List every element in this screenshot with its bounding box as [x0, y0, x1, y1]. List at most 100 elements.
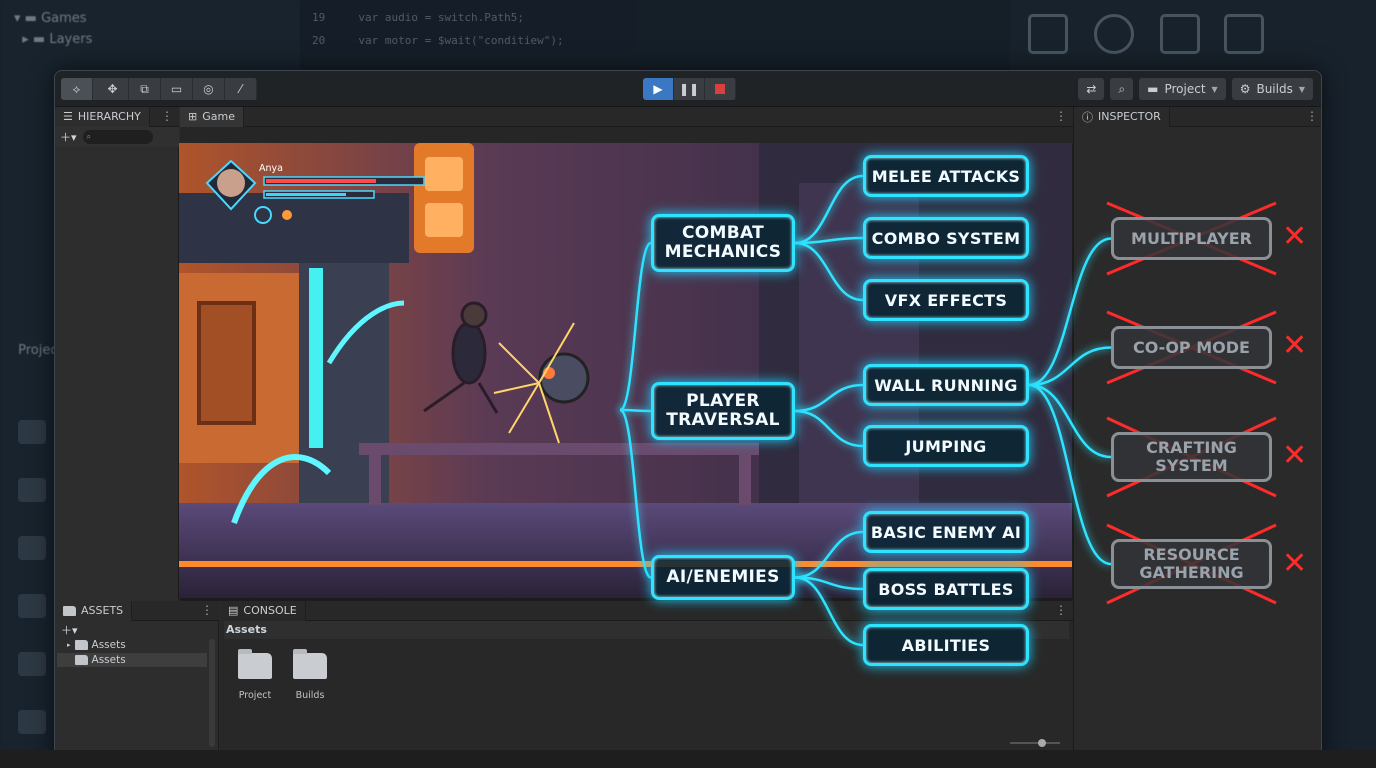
chevron-down-icon: ▼	[1211, 84, 1218, 94]
folder-gear-icon	[1224, 14, 1264, 54]
feature-jumping[interactable]: JUMPING	[863, 425, 1029, 467]
builds-dropdown-label: Builds	[1256, 82, 1293, 96]
gear-icon: ⚙	[1239, 82, 1251, 96]
asset-tree-item[interactable]: ▸Assets	[57, 653, 207, 667]
view-tool-icon[interactable]: ⟡	[61, 78, 93, 100]
folder-label: Project	[238, 690, 272, 701]
pause-button[interactable]: ❚❚	[674, 78, 705, 100]
tab-console[interactable]: ▤ CONSOLE	[220, 600, 306, 621]
tab-inspector[interactable]: ⓘ INSPECTOR	[1074, 106, 1170, 127]
transform-tool-icon[interactable]: ◎	[193, 78, 225, 100]
bg-tree-item: ▾ ▬ Games	[14, 11, 87, 26]
dock-app-icon	[18, 594, 46, 618]
project-dropdown-label: Project	[1164, 82, 1206, 96]
category-label: PLAYER TRAVERSAL	[666, 391, 780, 430]
tab-assets[interactable]: ASSETS	[55, 600, 133, 621]
asset-tree-label: Assets	[91, 639, 126, 651]
asset-tree-label: Assets	[91, 654, 126, 666]
cut-x-icon: ✕	[1282, 546, 1308, 581]
hierarchy-header: ☰ HIERARCHY ⋮	[55, 106, 179, 127]
feature-combo-system[interactable]: COMBO SYSTEM	[863, 217, 1029, 259]
feature-label: MELEE ATTACKS	[871, 166, 1021, 186]
cut-x-icon: ✕	[1282, 219, 1308, 254]
more-options-icon[interactable]: ⋮	[161, 109, 173, 123]
feature-label: WALL RUNNING	[874, 375, 1018, 395]
chevron-right-icon: ▸	[67, 641, 71, 649]
background-code-editor: 19 var audio = switch.Path5; 20 var moto…	[300, 0, 1020, 70]
cut-feature-resource-gathering[interactable]: RESOURCE GATHERING	[1111, 539, 1272, 589]
feature-basic-enemy-ai[interactable]: BASIC ENEMY AI	[863, 511, 1029, 553]
search-button[interactable]: ⌕	[1110, 78, 1134, 100]
rect-tool-icon[interactable]: ▭	[161, 78, 193, 100]
category-player-traversal[interactable]: PLAYER TRAVERSAL	[651, 382, 795, 440]
zoom-slider[interactable]	[1010, 739, 1060, 747]
more-options-icon[interactable]: ⋮	[1055, 109, 1067, 123]
bg-code-line: 19 var audio = switch.Path5;	[312, 11, 524, 24]
cut-feature-label: CO-OP MODE	[1133, 337, 1250, 357]
background-dock	[14, 420, 50, 768]
folder-icon	[63, 605, 76, 616]
category-label: AI/ENEMIES	[666, 567, 780, 587]
feature-abilities[interactable]: ABILITIES	[863, 624, 1029, 666]
asset-tree-item[interactable]: ▸ Assets	[57, 638, 207, 652]
more-options-icon[interactable]: ⋮	[1306, 109, 1318, 123]
feature-label: BOSS BATTLES	[878, 579, 1014, 599]
move-tool-icon[interactable]: ✥	[97, 78, 129, 100]
collab-button[interactable]: ⇄	[1078, 78, 1105, 100]
folder-icon	[293, 649, 327, 679]
category-combat-mechanics[interactable]: COMBAT MECHANICS	[651, 214, 795, 272]
folder-icon: ▬	[1147, 82, 1159, 96]
play-button[interactable]: ▶	[643, 78, 674, 100]
hierarchy-search-input[interactable]: ⌕	[82, 130, 153, 144]
dock-app-icon	[18, 478, 46, 502]
info-icon: ⓘ	[1082, 110, 1093, 124]
game-tab-label: Game	[202, 110, 235, 123]
stop-button[interactable]	[705, 78, 736, 100]
list-icon: ☰	[63, 110, 73, 123]
dock-app-icon	[18, 420, 46, 444]
bg-code-line: 20 var motor = $wait("conditiew");	[312, 34, 564, 47]
folder-icon	[238, 649, 272, 679]
inspector-title: INSPECTOR	[1098, 110, 1161, 123]
tab-game[interactable]: ⊞ Game	[180, 106, 244, 127]
folder-icon	[74, 655, 88, 665]
category-ai-enemies[interactable]: AI/ENEMIES	[651, 555, 795, 600]
tab-hierarchy[interactable]: ☰ HIERARCHY	[55, 106, 150, 127]
rotate-tool-icon[interactable]: ⧉	[129, 78, 161, 100]
chevron-down-icon: ▼	[1298, 84, 1305, 94]
feature-vfx-effects[interactable]: VFX EFFECTS	[863, 279, 1029, 321]
console-path-label: Assets	[226, 623, 267, 636]
custom-tool-icon[interactable]: ⁄	[225, 78, 257, 100]
folder-builds[interactable]: Builds	[285, 649, 335, 701]
assets-scrollbar[interactable]	[209, 639, 215, 747]
feature-boss-battles[interactable]: BOSS BATTLES	[863, 568, 1029, 610]
more-options-icon[interactable]: ⋮	[1055, 603, 1067, 617]
toolbar-right: ⇄ ⌕ ▬ Project ▼ ⚙ Builds ▼	[1078, 78, 1313, 100]
assets-header: ASSETS ⋮	[55, 600, 219, 621]
hierarchy-panel: ☰ HIERARCHY ⋮ ＋▾ ⌕	[55, 106, 179, 601]
folder-project[interactable]: Project	[230, 649, 280, 701]
cut-x-icon: ✕	[1282, 438, 1308, 473]
cut-feature-label: MULTIPLAYER	[1131, 228, 1252, 248]
bg-tree-item: ▸ ▬ Layers	[14, 32, 93, 47]
feature-melee-attacks[interactable]: MELEE ATTACKS	[863, 155, 1029, 197]
cut-feature-co-op-mode[interactable]: CO-OP MODE	[1111, 326, 1272, 369]
dock-app-icon	[18, 652, 46, 676]
cut-feature-label: CRAFTING SYSTEM	[1146, 438, 1237, 475]
project-dropdown[interactable]: ▬ Project ▼	[1139, 78, 1226, 100]
folder-label: Builds	[295, 690, 325, 701]
cut-feature-label: RESOURCE GATHERING	[1139, 545, 1244, 582]
zoom-slider-handle[interactable]	[1038, 739, 1046, 747]
cut-x-icon: ✕	[1282, 328, 1308, 363]
more-options-icon[interactable]: ⋮	[201, 603, 213, 617]
cut-feature-multiplayer[interactable]: MULTIPLAYER	[1111, 217, 1272, 260]
add-button[interactable]: ＋▾	[60, 129, 77, 145]
hierarchy-title: HIERARCHY	[77, 110, 141, 123]
feature-label: BASIC ENEMY AI	[870, 522, 1022, 542]
add-asset-button[interactable]: ＋▾	[61, 622, 78, 638]
builds-dropdown[interactable]: ⚙ Builds ▼	[1231, 78, 1313, 100]
hierarchy-toolbar: ＋▾ ⌕	[55, 127, 179, 147]
cut-feature-crafting-system[interactable]: CRAFTING SYSTEM	[1111, 432, 1272, 482]
desktop: ▾ ▬ Games ▸ ▬ Layers Project 19 var audi…	[0, 0, 1376, 768]
feature-wall-running[interactable]: WALL RUNNING	[863, 364, 1029, 406]
